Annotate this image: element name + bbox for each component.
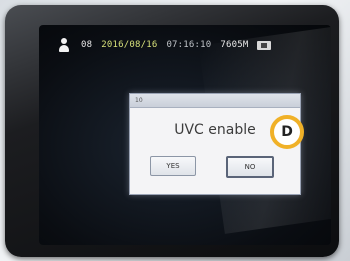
- person-icon: [59, 38, 69, 52]
- photo-background: 08 2016/08/16 07:16:10 7605M 10 UVC enab…: [0, 0, 350, 261]
- status-counter: 08: [81, 40, 93, 50]
- status-time: 07:16:10: [166, 40, 212, 50]
- person-icon-body: [59, 45, 69, 52]
- status-date: 2016/08/16: [101, 40, 158, 50]
- person-icon-head: [61, 38, 67, 44]
- dialog-titlebar: 10: [130, 94, 300, 108]
- status-bar: 08 2016/08/16 07:16:10 7605M: [59, 36, 329, 54]
- callout-marker-d: D: [270, 115, 304, 149]
- no-button[interactable]: NO: [226, 156, 274, 178]
- sd-card-icon: [257, 40, 272, 50]
- status-remaining: 7605M: [220, 40, 249, 50]
- yes-button[interactable]: YES: [150, 156, 196, 176]
